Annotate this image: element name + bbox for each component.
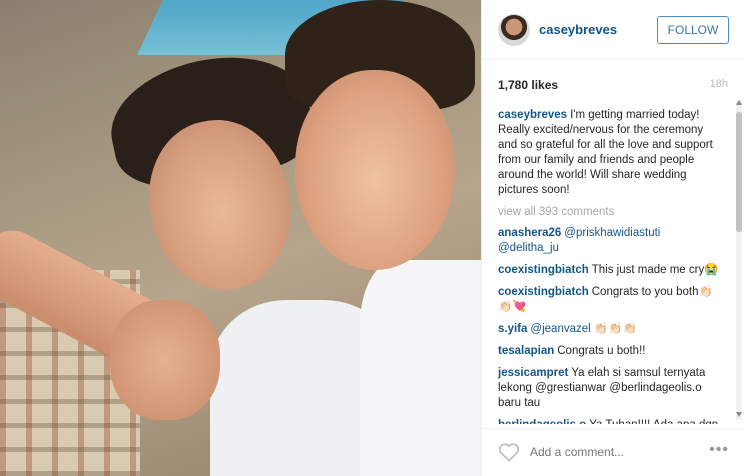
post-photo xyxy=(0,0,481,476)
more-options-icon[interactable]: ••• xyxy=(709,441,729,459)
comment-item: jessicampret Ya elah si samsul ternyata l… xyxy=(498,366,720,411)
post-timestamp[interactable]: 18h xyxy=(710,78,728,90)
comment-footer: ••• xyxy=(482,428,744,476)
caption-username[interactable]: caseybreves xyxy=(498,109,567,121)
comment-username[interactable]: tesalapian xyxy=(498,345,554,357)
header-username[interactable]: caseybreves xyxy=(539,22,617,37)
add-comment-input[interactable] xyxy=(530,445,690,459)
comment-username[interactable]: anashera26 xyxy=(498,227,561,239)
post-sidebar: caseybreves FOLLOW 1,780 likes 18h casey… xyxy=(481,0,744,476)
comments-list: caseybreves I'm getting married today! Re… xyxy=(498,108,720,424)
post-header: caseybreves FOLLOW xyxy=(482,0,744,60)
avatar[interactable] xyxy=(498,14,530,46)
photo-shirt-right xyxy=(360,260,481,476)
comment-username[interactable]: jessicampret xyxy=(498,367,568,379)
follow-button[interactable]: FOLLOW xyxy=(657,16,729,44)
comment-item: coexistingbiatch Congrats to you both👏🏻👏🏻… xyxy=(498,285,720,315)
view-all-comments-link[interactable]: view all 393 comments xyxy=(498,205,720,220)
comment-username[interactable]: s.yifa xyxy=(498,323,527,335)
comment-text: Congrats u both!! xyxy=(557,345,646,357)
scrollbar-thumb[interactable] xyxy=(736,112,742,232)
comment-username[interactable]: coexistingbiatch xyxy=(498,286,589,298)
comment-item: s.yifa @jeanvazel 👏🏻👏🏻👏🏻 xyxy=(498,322,720,337)
caption: caseybreves I'm getting married today! Re… xyxy=(498,108,720,198)
likes-count[interactable]: 1,780 likes xyxy=(498,78,558,92)
scroll-up-arrow-icon[interactable] xyxy=(736,100,742,105)
photo-hand xyxy=(110,300,220,420)
comment-username[interactable]: berlindageolis.o xyxy=(498,419,586,424)
comment-mention[interactable]: @jeanvazel xyxy=(530,323,593,335)
photo-face-right xyxy=(295,70,455,270)
comment-item: anashera26 @priskhawidiastuti @delitha_ju xyxy=(498,226,720,256)
comment-username[interactable]: coexistingbiatch xyxy=(498,264,589,276)
comment-item: berlindageolis.oYa Tuhan!!!! Ada apa dgn… xyxy=(498,418,720,424)
caption-text: I'm getting married today! Really excite… xyxy=(498,109,713,196)
comment-text: 👏🏻👏🏻👏🏻 xyxy=(593,323,637,335)
comment-text: This just made me cry😭 xyxy=(591,264,719,276)
scroll-down-arrow-icon[interactable] xyxy=(736,412,742,417)
comment-item: tesalapian Congrats u both!! xyxy=(498,344,720,359)
heart-icon[interactable] xyxy=(498,442,520,462)
comment-items: anashera26 @priskhawidiastuti @delitha_ju… xyxy=(498,226,720,424)
comment-item: coexistingbiatch This just made me cry😭 xyxy=(498,263,720,278)
